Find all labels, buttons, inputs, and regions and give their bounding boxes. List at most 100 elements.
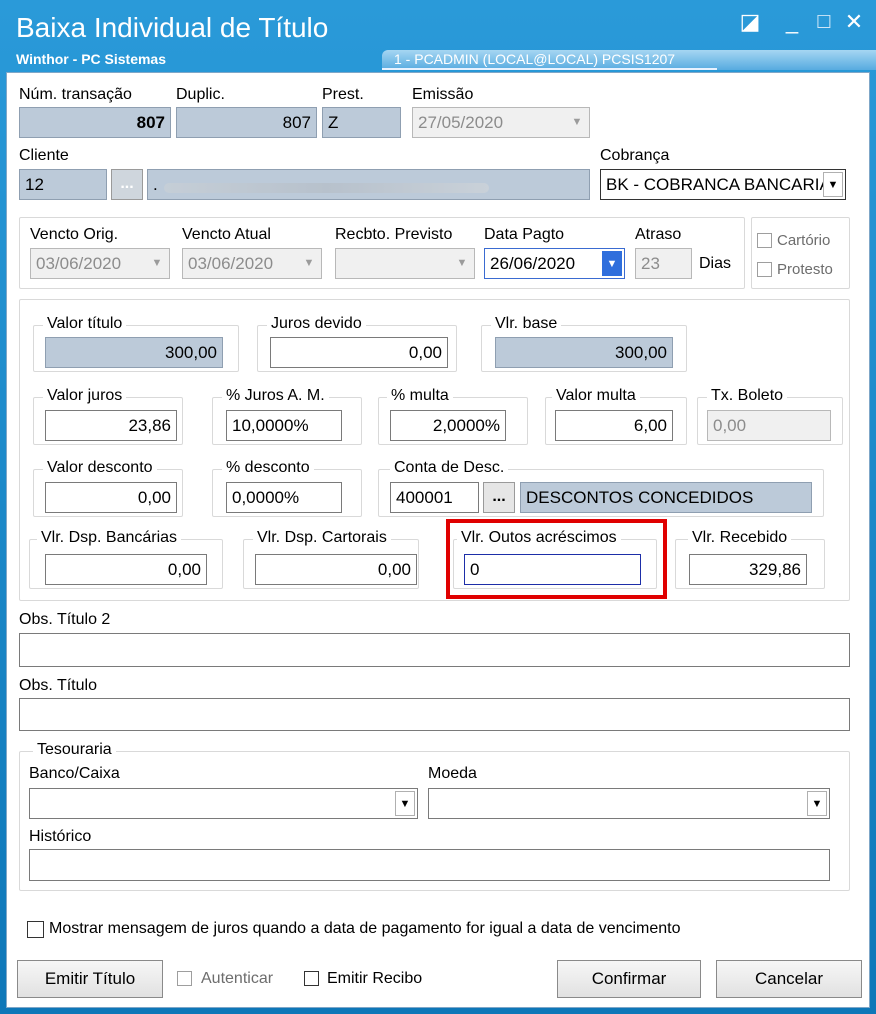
close-icon[interactable]: ✕ <box>842 10 866 34</box>
desconto-pct-label: % desconto <box>222 459 314 477</box>
cartorio-label: Cartório <box>777 232 831 249</box>
moeda-select[interactable]: ▼ <box>428 788 830 819</box>
data-pagto-label: Data Pagto <box>484 226 565 243</box>
form-body: Núm. transação 807 Duplic. 807 Prest. Z … <box>6 72 870 1008</box>
emitir-recibo-checkbox[interactable] <box>304 971 319 986</box>
cobranca-select[interactable]: BK - COBRANCA BANCARIA ▼ <box>600 169 846 200</box>
multa-pct-label: % multa <box>387 387 453 405</box>
cliente-label: Cliente <box>19 147 69 164</box>
chevron-down-icon[interactable]: ▼ <box>567 110 587 135</box>
vencto-orig-value: 03/06/2020 <box>36 254 122 273</box>
data-pagto-field[interactable]: 26/06/2020 ▼ <box>484 248 625 279</box>
dsp-cartorais-label: Vlr. Dsp. Cartorais <box>253 529 391 547</box>
title-bar: Baixa Individual de Título Winthor - PC … <box>0 0 876 70</box>
dsp-bancarias-label: Vlr. Dsp. Bancárias <box>37 529 182 547</box>
emissao-value: 27/05/2020 <box>418 113 504 132</box>
recbto-field[interactable]: ▼ <box>335 248 475 279</box>
banco-label: Banco/Caixa <box>29 765 120 782</box>
vlr-base-field[interactable]: 300,00 <box>495 337 673 368</box>
recbto-label: Recbto. Previsto <box>335 226 453 243</box>
valor-desconto-label: Valor desconto <box>43 459 157 477</box>
valor-multa-label: Valor multa <box>552 387 640 405</box>
emissao-field[interactable]: 27/05/2020 ▼ <box>412 107 590 138</box>
tesouraria-label: Tesouraria <box>33 741 116 759</box>
tx-boleto-field[interactable]: 0,00 <box>707 410 831 441</box>
cliente-search-button[interactable]: ... <box>111 169 143 200</box>
emissao-label: Emissão <box>412 86 474 103</box>
dias-label: Dias <box>699 255 732 272</box>
multa-pct-field[interactable]: 2,0000% <box>390 410 506 441</box>
obs2-label: Obs. Título 2 <box>19 611 111 628</box>
cancelar-button[interactable]: Cancelar <box>716 960 862 998</box>
window-subtitle: Winthor - PC Sistemas <box>16 51 167 67</box>
vencto-orig-field[interactable]: 03/06/2020 ▼ <box>30 248 170 279</box>
chevron-down-icon[interactable]: ▼ <box>602 251 622 276</box>
duplic-label: Duplic. <box>176 86 225 103</box>
valor-juros-label: Valor juros <box>43 387 127 405</box>
vlr-recebido-field[interactable]: 329,86 <box>689 554 807 585</box>
juros-am-label: % Juros A. M. <box>222 387 329 405</box>
cartorio-group <box>751 217 850 289</box>
tx-boleto-label: Tx. Boleto <box>707 387 788 405</box>
valor-titulo-field[interactable]: 300,00 <box>45 337 223 368</box>
historico-field[interactable] <box>29 849 830 881</box>
dsp-bancarias-field[interactable]: 0,00 <box>45 554 207 585</box>
autenticar-label: Autenticar <box>201 970 274 987</box>
protesto-checkbox[interactable] <box>757 262 772 277</box>
valor-titulo-label: Valor título <box>43 315 127 333</box>
desconto-pct-field[interactable]: 0,0000% <box>226 482 342 513</box>
session-underline <box>382 68 717 70</box>
highlight-box <box>446 519 667 599</box>
moeda-label: Moeda <box>428 765 477 782</box>
juros-am-field[interactable]: 10,0000% <box>226 410 342 441</box>
conta-desc-name-field[interactable]: DESCONTOS CONCEDIDOS <box>520 482 812 513</box>
valor-desconto-field[interactable]: 0,00 <box>45 482 177 513</box>
vencto-atual-label: Vencto Atual <box>182 226 271 243</box>
protesto-label: Protesto <box>777 261 833 278</box>
vencto-atual-field[interactable]: 03/06/2020 ▼ <box>182 248 322 279</box>
restore-icon[interactable]: ◪ <box>738 10 762 34</box>
cobranca-value: BK - COBRANCA BANCARIA <box>606 175 831 194</box>
vlr-recebido-label: Vlr. Recebido <box>688 529 792 547</box>
mostrar-msg-checkbox[interactable] <box>27 921 44 938</box>
window-title: Baixa Individual de Título <box>16 12 329 43</box>
prest-label: Prest. <box>322 86 364 103</box>
obs-field[interactable] <box>19 698 850 731</box>
conta-desc-code-field[interactable]: 400001 <box>390 482 479 513</box>
autenticar-checkbox[interactable] <box>177 971 192 986</box>
chevron-down-icon[interactable]: ▼ <box>807 791 827 816</box>
chevron-down-icon[interactable]: ▼ <box>823 172 843 197</box>
emitir-titulo-button[interactable]: Emitir Título <box>17 960 163 998</box>
dsp-cartorais-field[interactable]: 0,00 <box>255 554 417 585</box>
cartorio-checkbox[interactable] <box>757 233 772 248</box>
num-transacao-field[interactable]: 807 <box>19 107 171 138</box>
valor-juros-field[interactable]: 23,86 <box>45 410 177 441</box>
chevron-down-icon[interactable]: ▼ <box>452 251 472 276</box>
valor-multa-field[interactable]: 6,00 <box>555 410 673 441</box>
juros-devido-field[interactable]: 0,00 <box>270 337 448 368</box>
confirmar-button[interactable]: Confirmar <box>557 960 701 998</box>
prest-field[interactable]: Z <box>322 107 401 138</box>
vencto-orig-label: Vencto Orig. <box>30 226 119 243</box>
cliente-code-field[interactable]: 12 <box>19 169 107 200</box>
banco-select[interactable]: ▼ <box>29 788 418 819</box>
chevron-down-icon[interactable]: ▼ <box>299 251 319 276</box>
historico-label: Histórico <box>29 828 92 845</box>
session-text: 1 - PCADMIN (LOCAL@LOCAL) PCSIS1207 <box>394 51 676 67</box>
duplic-field[interactable]: 807 <box>176 107 317 138</box>
vlr-base-label: Vlr. base <box>491 315 562 333</box>
data-pagto-value: 26/06/2020 <box>490 254 576 273</box>
redacted-client-name <box>164 183 489 193</box>
mostrar-msg-label: Mostrar mensagem de juros quando a data … <box>49 920 681 937</box>
vencto-atual-value: 03/06/2020 <box>188 254 274 273</box>
maximize-icon[interactable]: ☐ <box>812 10 836 34</box>
chevron-down-icon[interactable]: ▼ <box>395 791 415 816</box>
conta-desc-search-button[interactable]: ... <box>483 482 515 513</box>
cobranca-label: Cobrança <box>600 147 670 164</box>
chevron-down-icon[interactable]: ▼ <box>147 251 167 276</box>
conta-desc-label: Conta de Desc. <box>390 459 509 477</box>
minimize-icon[interactable]: _ <box>780 10 804 34</box>
obs-label: Obs. Título <box>19 677 97 694</box>
obs2-field[interactable] <box>19 633 850 667</box>
atraso-field[interactable]: 23 <box>635 248 692 279</box>
